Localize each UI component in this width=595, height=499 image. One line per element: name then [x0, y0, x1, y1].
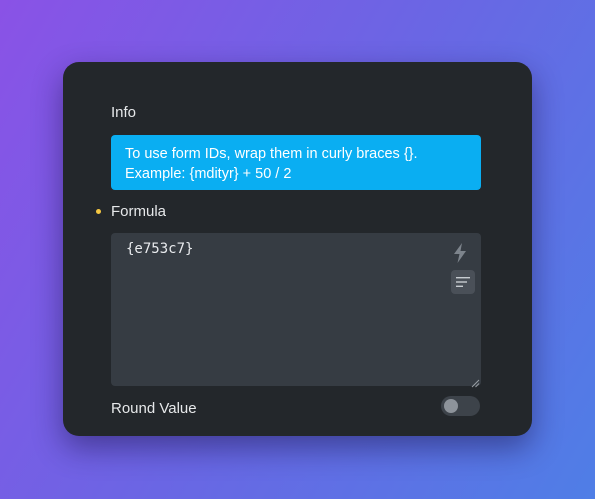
round-value-toggle[interactable]: [441, 396, 480, 416]
lightning-bolt-icon[interactable]: [449, 242, 471, 264]
settings-panel: Info To use form IDs, wrap them in curly…: [63, 62, 532, 436]
info-label: Info: [111, 104, 137, 121]
info-message-line-2: Example: {mdityr} + 50 / 2: [125, 166, 292, 182]
round-value-label: Round Value: [111, 400, 197, 417]
formula-input-text[interactable]: {e753c7}: [126, 241, 193, 257]
formula-label: Formula: [111, 203, 167, 220]
info-message-box: To use form IDs, wrap them in curly brac…: [111, 135, 481, 190]
toggle-knob: [444, 399, 458, 413]
required-indicator-dot: [96, 209, 101, 214]
resize-grip-icon[interactable]: [470, 375, 480, 388]
text-lines-icon[interactable]: [451, 270, 475, 294]
info-message-line-1: To use form IDs, wrap them in curly brac…: [125, 146, 418, 162]
formula-editor[interactable]: {e753c7}: [111, 233, 481, 388]
